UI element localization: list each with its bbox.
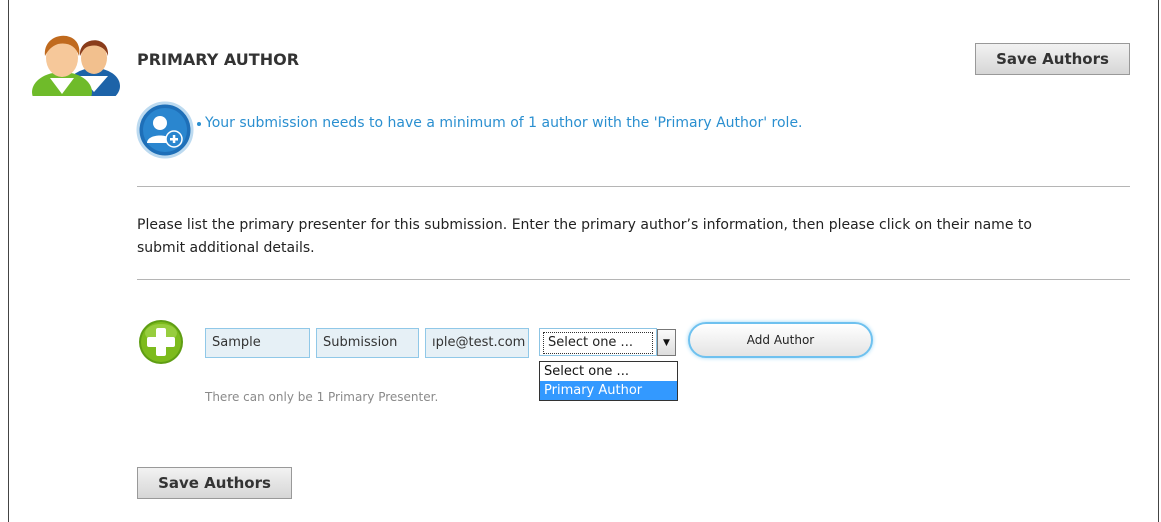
add-user-icon xyxy=(136,101,194,159)
role-option-primary-author[interactable]: Primary Author xyxy=(540,381,677,400)
role-option-select-one[interactable]: Select one ... xyxy=(540,362,677,381)
first-name-input[interactable]: Sample xyxy=(205,328,310,358)
save-authors-button-bottom[interactable]: Save Authors xyxy=(137,467,292,499)
save-authors-button-top[interactable]: Save Authors xyxy=(975,43,1130,75)
page-frame xyxy=(8,0,1159,522)
role-select-value: Select one ... xyxy=(543,332,653,354)
divider-bottom xyxy=(137,279,1130,280)
page-title: PRIMARY AUTHOR xyxy=(137,50,300,69)
role-dropdown-list: Select one ... Primary Author xyxy=(539,361,678,401)
minimum-author-notice: Your submission needs to have a minimum … xyxy=(197,115,803,131)
add-author-button[interactable]: Add Author xyxy=(688,322,873,358)
divider-top xyxy=(137,186,1130,187)
authors-icon xyxy=(32,35,120,96)
role-select[interactable]: Select one ... xyxy=(539,328,657,356)
notice-text: Your submission needs to have a minimum … xyxy=(205,115,803,131)
instructions-line-2: submit additional details. xyxy=(137,240,315,256)
last-name-input[interactable]: Submission xyxy=(316,328,419,358)
add-icon[interactable] xyxy=(137,318,185,366)
dropdown-arrow-icon[interactable]: ▼ xyxy=(657,329,676,356)
bullet-dot xyxy=(197,122,201,126)
instructions-line-1: Please list the primary presenter for th… xyxy=(137,217,1032,233)
email-input[interactable]: ıple@test.com xyxy=(425,328,529,358)
primary-presenter-hint: There can only be 1 Primary Presenter. xyxy=(205,390,439,404)
instructions-text: Please list the primary presenter for th… xyxy=(137,214,1127,260)
